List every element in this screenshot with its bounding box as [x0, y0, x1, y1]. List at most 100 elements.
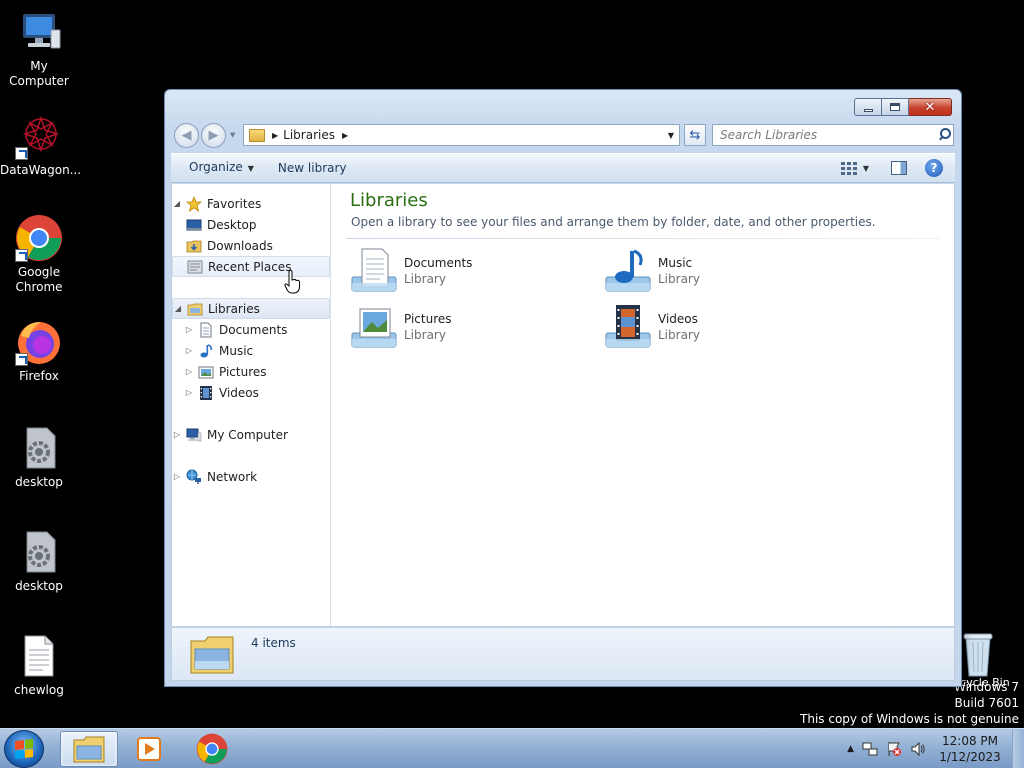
expand-arrow-icon[interactable]: ▷: [184, 325, 194, 334]
collapse-arrow-icon[interactable]: ◢: [173, 304, 183, 313]
taskbar-chrome-button[interactable]: [183, 731, 241, 767]
nav-item-desktop[interactable]: Desktop: [172, 214, 330, 235]
folder-icon: [73, 736, 105, 763]
gear-file-icon: [15, 424, 63, 472]
computer-icon: [186, 427, 202, 443]
text-file-icon: [15, 632, 63, 680]
tile-type: Library: [658, 328, 700, 342]
expand-arrow-icon[interactable]: ▷: [184, 346, 194, 355]
command-bar: Organize ▼ New library ▼ ?: [171, 153, 955, 183]
tile-text: Pictures Library: [404, 311, 452, 343]
clock[interactable]: 12:08 PM 1/12/2023: [930, 733, 1010, 765]
tile-text: Music Library: [658, 255, 700, 287]
desktop-icon-chewlog[interactable]: chewlog: [0, 632, 78, 698]
desktop-icon-firefox[interactable]: Firefox: [0, 318, 78, 384]
expand-arrow-icon[interactable]: ▷: [172, 430, 182, 439]
library-tile-music[interactable]: Music Library: [604, 246, 844, 296]
library-tile-videos[interactable]: Videos Library: [604, 302, 844, 352]
organize-label: Organize: [189, 160, 243, 174]
minimize-icon: [863, 108, 873, 112]
address-bar[interactable]: ▶ Libraries ▶ ▼: [243, 124, 680, 146]
organize-button[interactable]: Organize ▼: [171, 153, 266, 183]
network-status-icon[interactable]: [862, 741, 878, 757]
maximize-button[interactable]: [882, 98, 909, 116]
datawagon-icon: [15, 112, 63, 160]
help-icon[interactable]: ?: [925, 159, 943, 177]
expand-arrow-icon[interactable]: ▷: [184, 367, 194, 376]
system-tray: ▲ 12:08 PM 1/12/2023: [847, 729, 1010, 768]
start-button[interactable]: [4, 730, 44, 768]
documents-icon: [198, 322, 214, 338]
change-view-icon[interactable]: [840, 161, 857, 175]
recycle-bin-icon: [958, 630, 998, 678]
nav-item-libraries[interactable]: ◢ Libraries: [172, 298, 330, 319]
close-button[interactable]: ✕: [909, 98, 952, 116]
search-icon[interactable]: [935, 126, 953, 144]
divider: [346, 238, 940, 239]
nav-item-downloads[interactable]: Downloads: [172, 235, 330, 256]
navigation-pane: ◢ Favorites Desktop Downloads Recent Pla…: [172, 184, 331, 626]
network-icon: [186, 469, 202, 485]
clock-date: 1/12/2023: [939, 750, 1001, 764]
library-tile-pictures[interactable]: Pictures Library: [350, 302, 590, 352]
nav-item-videos[interactable]: ▷ Videos: [172, 382, 330, 403]
chrome-icon: [15, 214, 63, 262]
recent-pages-dropdown[interactable]: ▼: [230, 131, 235, 139]
nav-item-label: Downloads: [207, 238, 273, 253]
nav-item-recent-places[interactable]: Recent Places: [172, 256, 330, 277]
collapse-arrow-icon[interactable]: ◢: [172, 199, 182, 208]
preview-pane-icon[interactable]: [891, 161, 907, 175]
volume-icon[interactable]: [910, 741, 926, 757]
libraries-icon: [187, 301, 203, 317]
recent-places-icon: [187, 259, 203, 275]
library-tile-documents[interactable]: Documents Library: [350, 246, 590, 296]
breadcrumb-chevron-icon[interactable]: ▶: [272, 131, 278, 140]
library-pane: Libraries Open a library to see your fil…: [332, 184, 954, 626]
address-dropdown-icon[interactable]: ▼: [663, 131, 679, 140]
details-pane: 4 items: [171, 627, 955, 681]
nav-item-pictures[interactable]: ▷ Pictures: [172, 361, 330, 382]
nav-item-favorites[interactable]: ◢ Favorites: [172, 193, 330, 214]
new-library-button[interactable]: New library: [266, 154, 359, 182]
desktop-icon-label: desktop: [15, 579, 63, 593]
tile-name: Pictures: [404, 312, 452, 326]
expand-arrow-icon[interactable]: ▷: [184, 388, 194, 397]
toolbar-right-controls: ▼ ?: [840, 159, 955, 177]
nav-item-documents[interactable]: ▷ Documents: [172, 319, 330, 340]
desktop-icon-google-chrome[interactable]: Google Chrome: [0, 214, 78, 295]
tile-name: Documents: [404, 256, 473, 270]
refresh-icon: ⇆: [689, 127, 701, 143]
desktop-icon-datawagon[interactable]: DataWagon...: [0, 112, 82, 178]
taskbar-explorer-button[interactable]: [60, 731, 118, 767]
desktop-icon-desktop-1[interactable]: desktop: [0, 424, 78, 490]
libraries-large-icon: [189, 633, 235, 675]
expand-arrow-icon[interactable]: ▷: [172, 472, 182, 481]
nav-item-my-computer[interactable]: ▷ My Computer: [172, 424, 330, 445]
taskbar-media-player-button[interactable]: [120, 731, 178, 767]
breadcrumb-libraries[interactable]: Libraries: [283, 128, 335, 142]
search-input[interactable]: [713, 128, 935, 142]
desktop-icon-label: desktop: [15, 475, 63, 489]
nav-item-music[interactable]: ▷ Music: [172, 340, 330, 361]
desktop-icon-my-computer[interactable]: My Computer: [0, 8, 78, 89]
documents-library-icon: [350, 247, 398, 295]
window-controls: ✕: [854, 98, 952, 116]
back-button[interactable]: ◀: [174, 123, 199, 148]
show-hidden-icons-button[interactable]: ▲: [847, 744, 854, 754]
tile-text: Documents Library: [404, 255, 472, 287]
nav-item-label: Music: [219, 343, 254, 358]
nav-item-label: Recent Places: [208, 259, 292, 274]
action-center-icon[interactable]: [886, 741, 902, 757]
taskbar: ▲ 12:08 PM 1/12/2023: [0, 728, 1024, 768]
refresh-button[interactable]: ⇆: [684, 124, 706, 146]
film-strip-icon: [198, 385, 214, 401]
view-options-chevron-icon[interactable]: ▼: [863, 164, 869, 173]
desktop-icon-label: DataWagon...: [0, 163, 82, 177]
breadcrumb-chevron-icon[interactable]: ▶: [342, 131, 348, 140]
nav-item-network[interactable]: ▷ Network: [172, 466, 330, 487]
show-desktop-button[interactable]: [1012, 729, 1024, 768]
minimize-button[interactable]: [854, 98, 882, 116]
forward-button[interactable]: ▶: [201, 123, 226, 148]
desktop-icon-desktop-2[interactable]: desktop: [0, 528, 78, 594]
tile-name: Videos: [658, 312, 698, 326]
